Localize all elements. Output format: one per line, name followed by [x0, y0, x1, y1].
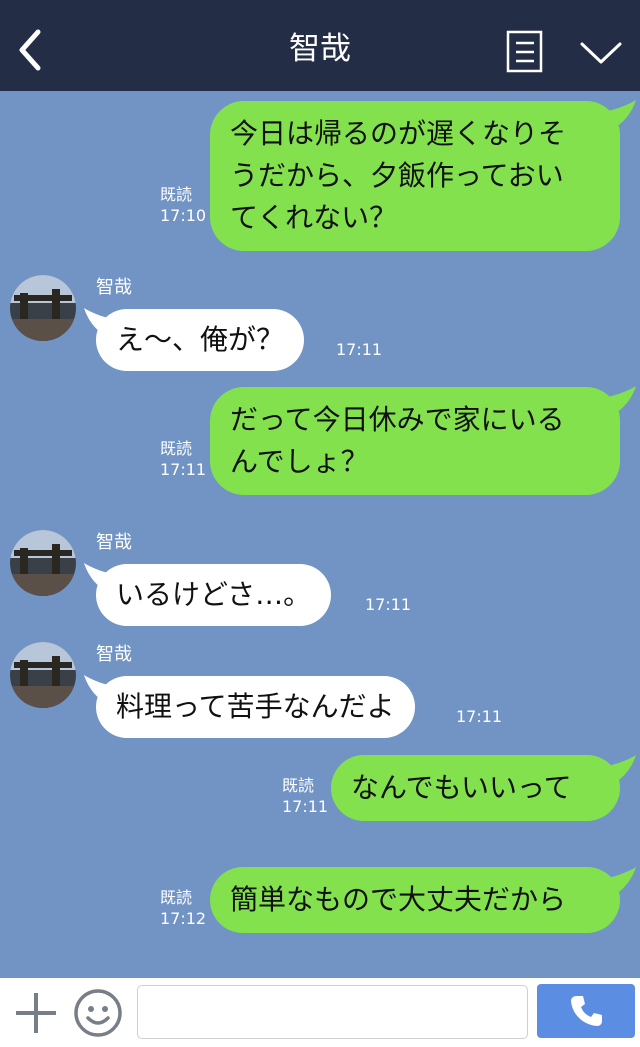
read-label: 既読 [282, 776, 315, 795]
message-bubble-outgoing[interactable]: だって今日休みで家にいる んでしょ？ [210, 387, 620, 495]
avatar[interactable] [10, 275, 76, 341]
message-line: 今日は帰るのが遅くなりそ [230, 117, 567, 150]
notes-icon[interactable] [505, 30, 545, 74]
message-line: てくれない？ [230, 201, 398, 234]
message-line: だって今日休みで家にいる [230, 403, 565, 436]
sender-name: 智哉 [96, 277, 132, 298]
read-receipt: 既読 17:11 [282, 775, 328, 817]
chevron-left-icon[interactable] [12, 26, 46, 74]
message-time: 17:11 [160, 460, 207, 479]
message-line: うだから、夕飯作っておい [230, 159, 564, 192]
message-bubble-outgoing[interactable]: なんでもいいって [331, 755, 620, 821]
message-bubble-incoming[interactable]: 料理って苦手なんだよ [96, 676, 415, 738]
message-time: 17:11 [456, 707, 503, 726]
message-line: いるけどさ…。 [116, 578, 312, 611]
phone-icon [571, 996, 602, 1026]
message-bubble-outgoing[interactable]: 簡単なもので大丈夫だから [210, 867, 620, 933]
sender-name: 智哉 [96, 644, 132, 665]
message-line: え〜、俺が？ [116, 323, 285, 356]
read-label: 既読 [160, 439, 193, 458]
message-line: 簡単なもので大丈夫だから [230, 883, 567, 916]
message-time: 17:10 [160, 206, 207, 225]
message-input[interactable] [137, 985, 528, 1039]
smiley-icon[interactable] [73, 988, 123, 1038]
chat-header: 智哉 [0, 0, 640, 91]
message-line: んでしょ？ [230, 445, 369, 478]
message-time: 17:12 [160, 909, 207, 928]
avatar[interactable] [10, 642, 76, 708]
message-line: なんでもいいって [351, 771, 572, 804]
call-button[interactable] [537, 984, 635, 1038]
message-line: 料理って苦手なんだよ [116, 690, 395, 723]
read-receipt: 既読 17:12 [160, 887, 206, 929]
message-bubble-incoming[interactable]: いるけどさ…。 [96, 564, 332, 626]
message-bubble-incoming[interactable]: え〜、俺が？ [96, 309, 305, 371]
message-time: 17:11 [336, 340, 383, 359]
message-time: 17:11 [365, 595, 412, 614]
read-receipt: 既読 17:11 [160, 438, 206, 480]
avatar[interactable] [10, 530, 76, 596]
message-list[interactable]: 既読 17:10 今日は帰るのが遅くなりそ うだから、夕飯作っておい てくれない… [0, 91, 640, 978]
read-label: 既読 [160, 888, 193, 907]
message-time: 17:11 [282, 797, 329, 816]
read-label: 既読 [160, 185, 193, 204]
message-bubble-outgoing[interactable]: 今日は帰るのが遅くなりそ うだから、夕飯作っておい てくれない？ [210, 101, 620, 251]
plus-icon[interactable] [14, 991, 58, 1035]
chevron-down-icon[interactable] [578, 38, 624, 68]
read-receipt: 既読 17:10 [160, 184, 206, 226]
sender-name: 智哉 [96, 532, 132, 553]
